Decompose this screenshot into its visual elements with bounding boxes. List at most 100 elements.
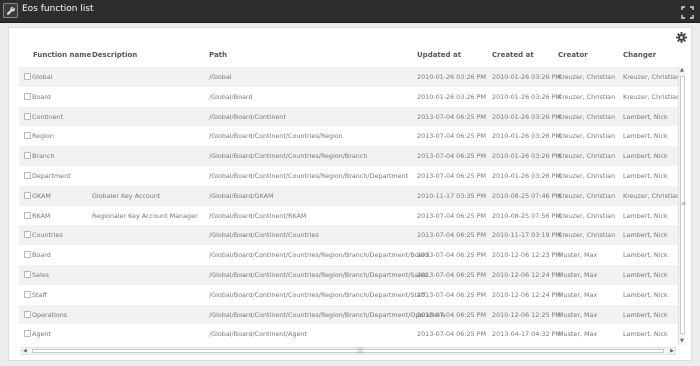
path-cell: /Global/Board/Continent/Countries/Region… bbox=[209, 152, 368, 161]
creator-cell: Muster, Max bbox=[558, 290, 598, 299]
row-checkbox[interactable] bbox=[24, 271, 31, 278]
row-checkbox[interactable] bbox=[24, 172, 31, 179]
function-name-cell: Countries bbox=[32, 231, 63, 240]
row-checkbox[interactable] bbox=[24, 310, 31, 318]
column-header-creator[interactable]: Creator bbox=[558, 51, 588, 59]
updated-at-cell: 2010-01-26 03:26 PM bbox=[417, 92, 486, 101]
row-checkbox[interactable] bbox=[24, 132, 31, 140]
function-name-cell: GKAM bbox=[32, 191, 51, 200]
created-at-cell: 2010-01-26 03:26 PM bbox=[492, 132, 561, 141]
path-cell: /Global/Board/Continent/Countries/Region… bbox=[209, 251, 430, 260]
changer-cell: Lambert, Nick bbox=[623, 290, 668, 299]
created-at-cell: 2010-12-06 12:23 PM bbox=[492, 251, 561, 260]
function-name-cell: Sales bbox=[32, 271, 50, 279]
table-header: Function name Description Path Updated a… bbox=[9, 47, 679, 67]
creator-cell: Kreuzer, Christian bbox=[558, 172, 616, 180]
column-header-path[interactable]: Path bbox=[209, 51, 227, 59]
description-cell: Globaler Key Account bbox=[92, 191, 161, 200]
path-cell: /Global/Board/Continent/Countries/Region… bbox=[209, 172, 409, 180]
wrench-icon[interactable] bbox=[3, 3, 18, 18]
column-header-updated-at[interactable]: Updated at bbox=[417, 51, 461, 59]
column-header-description[interactable]: Description bbox=[92, 51, 137, 59]
created-at-cell: 2010-01-26 03:26 PM bbox=[492, 92, 561, 101]
row-checkbox[interactable] bbox=[24, 231, 31, 239]
scroll-up-arrow-icon[interactable]: ▲ bbox=[680, 68, 684, 73]
column-header-function-name[interactable]: Function name bbox=[33, 51, 91, 59]
updated-at-cell: 2013-07-04 06:25 PM bbox=[417, 330, 486, 339]
function-name-cell: RKAM bbox=[32, 211, 51, 220]
path-cell: /Global/Board/Continent/Countries/Region… bbox=[209, 310, 446, 319]
row-checkbox[interactable] bbox=[24, 330, 31, 338]
path-cell: /Global/Board bbox=[209, 92, 253, 101]
updated-at-cell: 2013-07-04 06:25 PM bbox=[417, 152, 486, 161]
table-row[interactable]: Staff/Global/Board/Continent/Countries/R… bbox=[19, 285, 679, 305]
created-at-cell: 2010-08-25 07:56 PM bbox=[492, 211, 561, 220]
expand-icon[interactable] bbox=[681, 4, 694, 19]
horizontal-scroll-thumb[interactable]: ||| bbox=[32, 347, 664, 354]
table-row[interactable]: Board/Global/Board/Continent/Countries/R… bbox=[19, 245, 679, 265]
creator-cell: Muster, Max bbox=[558, 330, 598, 339]
path-cell: /Global/Board/Continent/Agent bbox=[209, 330, 307, 339]
table-row[interactable]: Operations/Global/Board/Continent/Countr… bbox=[19, 304, 679, 325]
horizontal-scrollbar[interactable]: ◀ ||| ▶ bbox=[21, 347, 676, 355]
table-row[interactable]: Region/Global/Board/Continent/Countries/… bbox=[19, 126, 679, 146]
changer-cell: Lambert, Nick bbox=[623, 271, 668, 279]
scroll-down-arrow-icon[interactable]: ▼ bbox=[680, 339, 684, 344]
creator-cell: Muster, Max bbox=[558, 310, 598, 319]
creator-cell: Muster, Max bbox=[558, 251, 598, 260]
changer-cell: Lambert, Nick bbox=[623, 251, 668, 260]
creator-cell: Kreuzer, Christian bbox=[558, 73, 616, 81]
created-at-cell: 2010-01-26 03:26 PM bbox=[492, 73, 561, 81]
table-row[interactable]: Global/Global 2010-01-26 03:26 PM 2010-01-… bbox=[19, 67, 679, 87]
path-cell: /Global/Board/Continent/Countries/Region… bbox=[209, 290, 426, 299]
changer-cell: Lambert, Nick bbox=[623, 132, 668, 141]
path-cell: /Global/Board/Continent/Countries bbox=[209, 231, 319, 240]
table-row[interactable]: Sales/Global/Board/Continent/Countries/R… bbox=[19, 265, 679, 285]
row-checkbox[interactable] bbox=[24, 191, 31, 199]
vertical-scrollbar[interactable]: ▲ ≡ ▼ bbox=[678, 67, 686, 345]
table-row[interactable]: Branch/Global/Board/Continent/Countries/… bbox=[19, 146, 679, 166]
column-header-changer[interactable]: Changer bbox=[623, 51, 656, 59]
row-checkbox[interactable] bbox=[24, 251, 31, 259]
row-checkbox[interactable] bbox=[24, 290, 31, 298]
updated-at-cell: 2013-07-04 06:25 PM bbox=[417, 310, 486, 319]
table-row[interactable]: Countries/Global/Board/Continent/Countri… bbox=[19, 225, 679, 246]
created-at-cell: 2010-01-26 03:26 PM bbox=[492, 152, 561, 161]
function-list-window: Eos function list Function name Descript… bbox=[0, 0, 700, 366]
table-row[interactable]: Continent/Global/Board/Continent 2013-07-… bbox=[19, 106, 679, 127]
gear-icon[interactable] bbox=[676, 32, 687, 43]
scroll-right-arrow-icon[interactable]: ▶ bbox=[670, 349, 674, 354]
created-at-cell: 2010-01-26 03:26 PM bbox=[492, 172, 561, 180]
vertical-scroll-thumb[interactable]: ≡ bbox=[680, 76, 686, 334]
row-checkbox[interactable] bbox=[24, 73, 31, 80]
row-checkbox[interactable] bbox=[24, 211, 31, 219]
changer-cell: Lambert, Nick bbox=[623, 310, 668, 319]
row-checkbox[interactable] bbox=[24, 152, 31, 160]
created-at-cell: 2013-04-17 04:32 PM bbox=[492, 330, 561, 339]
column-header-created-at[interactable]: Created at bbox=[492, 51, 534, 59]
path-cell: /Global/Board/GKAM bbox=[209, 191, 274, 200]
updated-at-cell: 2013-07-04 06:25 PM bbox=[417, 231, 486, 240]
updated-at-cell: 2010-11-17 03:35 PM bbox=[417, 191, 486, 200]
creator-cell: Kreuzer, Christian bbox=[558, 211, 616, 220]
table-row[interactable]: Board/Global/Board 2010-01-26 03:26 PM 201… bbox=[19, 87, 679, 107]
row-checkbox[interactable] bbox=[24, 112, 31, 120]
table-row[interactable]: RKAM Regionaler Key Account Manager/Globa… bbox=[19, 206, 679, 226]
table-row[interactable]: GKAM Globaler Key Account/Global/Board/GK… bbox=[19, 185, 679, 206]
updated-at-cell: 2010-01-26 03:26 PM bbox=[417, 73, 486, 81]
created-at-cell: 2010-08-25 07:46 PM bbox=[492, 191, 561, 200]
table-row[interactable]: Agent/Global/Board/Continent/Agent 2013-0… bbox=[19, 324, 679, 344]
updated-at-cell: 2013-07-04 06:25 PM bbox=[417, 172, 486, 180]
row-checkbox[interactable] bbox=[24, 92, 31, 100]
horizontal-grip-icon: ||| bbox=[357, 347, 364, 354]
table-panel: Function name Description Path Updated a… bbox=[8, 27, 692, 361]
function-name-cell: Board bbox=[32, 92, 51, 101]
scroll-left-arrow-icon[interactable]: ◀ bbox=[23, 349, 27, 354]
creator-cell: Muster, Max bbox=[558, 271, 598, 279]
changer-cell: Lambert, Nick bbox=[623, 112, 668, 121]
description-cell: Regionaler Key Account Manager bbox=[92, 211, 198, 220]
function-name-cell: Continent bbox=[32, 112, 64, 121]
updated-at-cell: 2013-07-04 06:25 PM bbox=[417, 290, 486, 299]
table-row[interactable]: Department/Global/Board/Continent/Countr… bbox=[19, 166, 679, 186]
function-name-cell: Region bbox=[32, 132, 54, 141]
